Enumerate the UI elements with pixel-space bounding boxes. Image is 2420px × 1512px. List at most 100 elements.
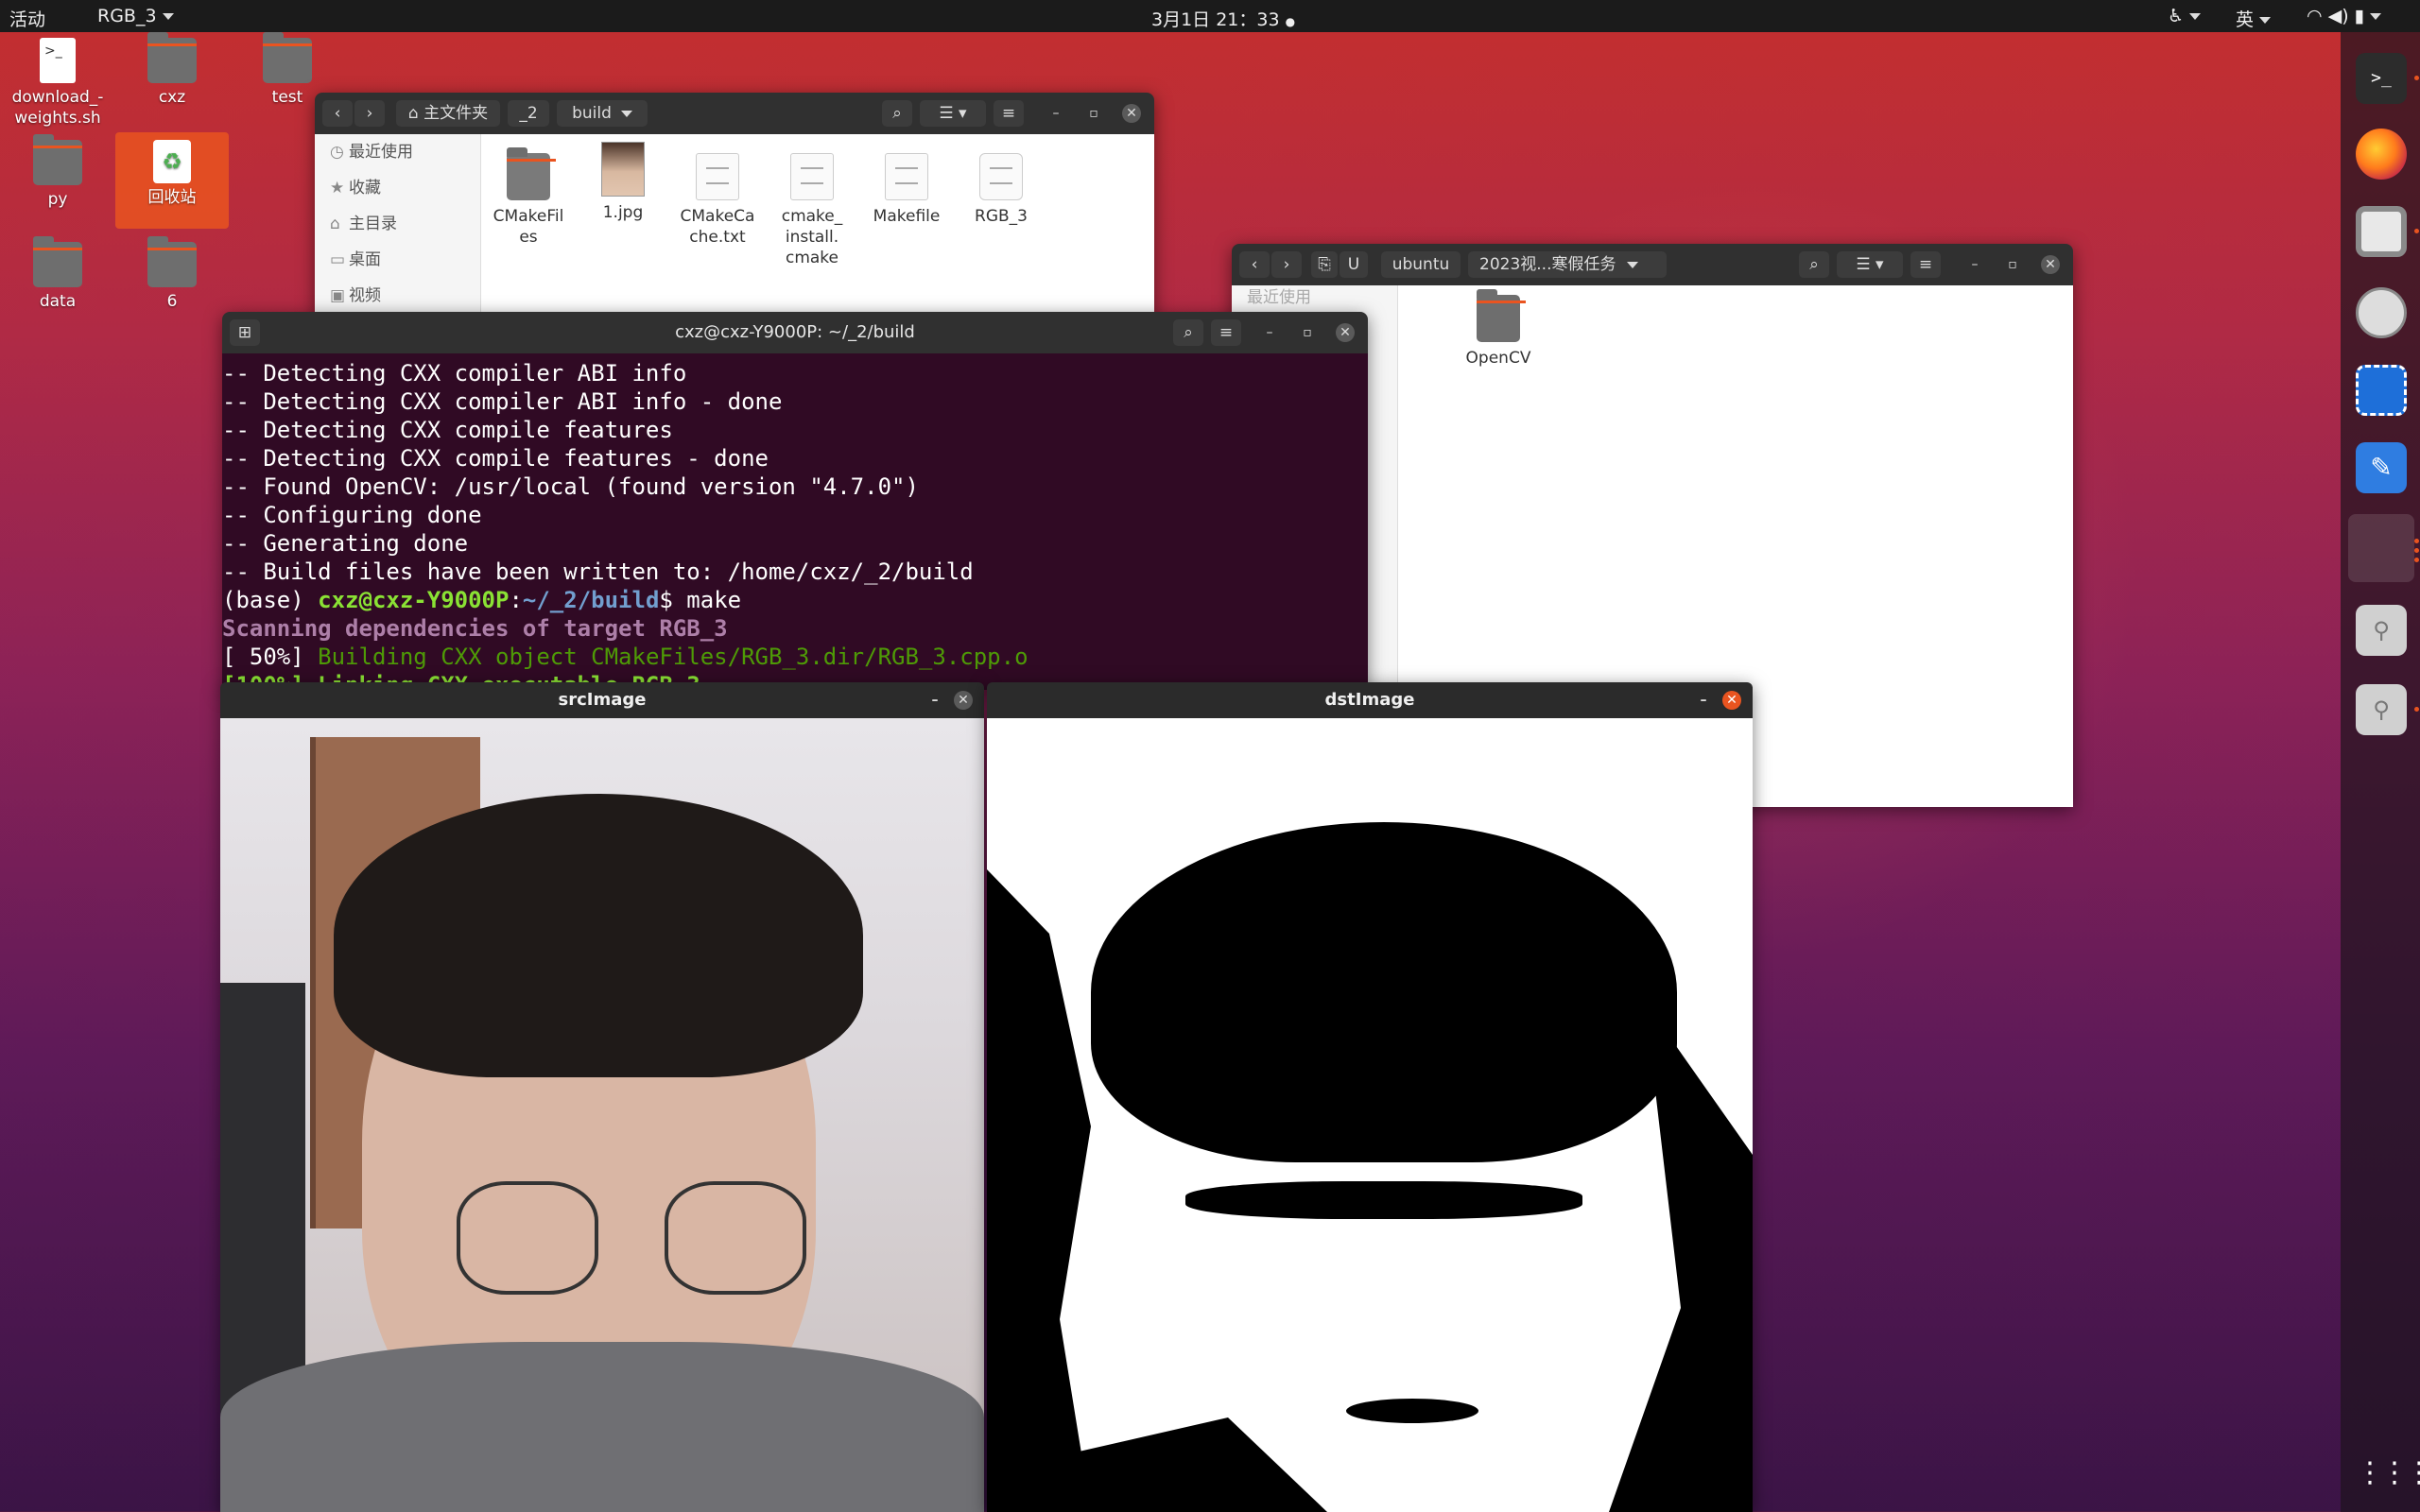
terminal-header: ⊞ cxz@cxz-Y9000P: ~/_2/build ⌕ ≡ – ▫ ✕ [222,312,1368,353]
desktop-icon-data[interactable]: data [6,236,110,312]
file-manager-build-sidebar: ◷ 最近使用 ★ 收藏 ⌂ 主目录 ▭ 桌面 ▣ 视频 [315,134,481,318]
file-manager-build-window: ‹ › ⌂ 主文件夹 _2 build ⌕ ☰ ▾ ≡ – ▫ ✕ ◷ 最近使用 … [315,93,1154,318]
wifi-icon: ◠ [2307,6,2323,26]
disc-icon[interactable] [2356,287,2407,338]
sidebar-item-home[interactable]: ⌂ 主目录 [315,206,480,242]
path-build[interactable]: build [557,100,648,127]
sidebar-item-recent[interactable]: 最近使用 [1232,285,1397,310]
input-method-menu[interactable]: 英 [2236,6,2272,31]
running-indicator [2414,558,2419,562]
menu-icon[interactable]: ≡ [994,100,1024,127]
new-tab-icon[interactable]: ⊞ [230,319,260,346]
view-toggle-button[interactable]: ☰ ▾ [920,100,986,127]
app-menu[interactable]: RGB_3 [97,6,174,26]
file-item-cmakecache[interactable]: CMakeCa che.txt [670,153,765,248]
menu-icon[interactable]: ≡ [1211,319,1241,346]
running-indicator [2414,548,2419,553]
terminal-scan-line: Scanning dependencies of target RGB_3 [222,615,728,642]
file-item-opencv[interactable]: OpenCV [1451,289,1546,369]
accessibility-icon[interactable]: ♿ [2168,6,2202,26]
sidebar-item-desktop[interactable]: ▭ 桌面 [315,242,480,278]
close-icon[interactable]: ✕ [1336,323,1355,342]
path-current-folder[interactable]: 2023视...寒假任务 [1468,251,1667,278]
volume-icon: ◀) [2327,6,2349,26]
sidebar-item-recent[interactable]: ◷ 最近使用 [315,134,480,170]
desktop-icon-cxz[interactable]: cxz [120,32,224,108]
desktop-icon-py[interactable]: py [6,134,110,210]
path-home[interactable]: ⌂ 主文件夹 [396,100,500,127]
chevron-down-icon [2370,13,2382,20]
prompt-path: ~/_2/build [522,587,660,613]
close-icon[interactable]: ✕ [2041,255,2060,274]
sidebar-item-videos[interactable]: ▣ 视频 [315,278,480,314]
minimize-icon[interactable]: – [1965,255,1984,274]
terminal-line: -- Detecting CXX compiler ABI info - don… [222,388,783,415]
path-2[interactable]: _2 [508,100,549,127]
editor-pen-icon[interactable]: ✎ [2356,442,2407,493]
menu-icon[interactable]: ≡ [1910,251,1941,278]
minimize-icon[interactable]: – [1260,323,1279,342]
minimize-icon[interactable]: – [925,691,944,710]
search-icon[interactable]: ⌕ [1173,319,1203,346]
prompt-colon: : [509,587,523,613]
firefox-icon[interactable] [2356,129,2407,180]
executable-gear-icon [979,153,1023,200]
sidebar-item-starred[interactable]: ★ 收藏 [315,170,480,206]
terminal-app-icon[interactable]: >_ [2356,53,2407,104]
view-toggle-button[interactable]: ☰ ▾ [1837,251,1903,278]
minimize-icon[interactable]: – [1046,104,1065,123]
desktop-icon-download-weights[interactable]: >_ download_-weights.sh [6,38,110,129]
opencv-window-app-icon[interactable] [2348,514,2414,582]
terminal-output[interactable]: -- Detecting CXX compiler ABI info -- De… [222,353,1368,690]
maximize-icon[interactable]: ▫ [1298,323,1317,342]
chevron-down-icon [1627,261,1639,268]
usb-drive-icon[interactable]: ⚲ [2356,684,2407,735]
usb-drive-icon[interactable]: ⚲ [2356,605,2407,656]
search-icon[interactable]: ⌕ [882,100,912,127]
clock-icon: ◷ [330,143,344,162]
path-ubuntu[interactable]: ubuntu [1381,251,1461,278]
chevron-down-icon [162,13,174,20]
screenshot-tool-icon[interactable] [2356,365,2407,416]
maximize-icon[interactable]: ▫ [1084,104,1103,123]
file-item-rgb3[interactable]: RGB_3 [954,153,1048,227]
back-button[interactable]: ‹ [1239,251,1270,278]
terminal-line: -- Found OpenCV: /usr/local (found versi… [222,473,919,500]
forward-button[interactable]: › [1271,251,1302,278]
desktop-icon-trash[interactable]: ♻ 回收站 [115,132,229,229]
threshold-hair-shape [1091,822,1677,1162]
activities-button[interactable]: 活动 [9,6,45,31]
file-item-1-jpg[interactable]: 1.jpg [576,142,670,223]
desktop-icon-label: py [47,190,68,209]
forward-button[interactable]: › [354,100,385,127]
close-icon[interactable]: ✕ [1722,691,1741,710]
clock[interactable]: 3月1日 21：33 ● [1151,6,1295,31]
file-item-label: CMakeFil es [493,207,564,247]
desktop-icon-label: 6 [166,292,178,311]
terminal-line: -- Detecting CXX compiler ABI info [222,360,687,387]
desktop-icon-6[interactable]: 6 [120,236,224,312]
image-thumbnail-icon [601,142,645,197]
search-icon[interactable]: ⌕ [1799,251,1829,278]
back-button[interactable]: ‹ [322,100,353,127]
app-grid-icon[interactable]: ⋮⋮⋮ [2356,1448,2420,1499]
usb-drive-icon[interactable]: ⎘ [1311,251,1338,278]
path-u[interactable]: U [1340,251,1368,278]
file-item-cmake-install[interactable]: cmake_ install. cmake [765,153,859,268]
maximize-icon[interactable]: ▫ [2003,255,2022,274]
close-icon[interactable]: ✕ [1122,104,1141,123]
trash-icon: ♻ [153,140,191,183]
folder-icon [33,134,82,185]
path-build-label: build [572,104,612,123]
file-item-makefile[interactable]: Makefile [859,153,954,227]
text-file-icon [696,153,739,200]
files-app-icon[interactable] [2356,206,2407,257]
close-icon[interactable]: ✕ [954,691,973,710]
build-percent: [ 50%] [222,644,319,670]
desktop-icon-label: data [39,292,77,311]
system-menu[interactable]: ◠ ◀) ▮ [2307,6,2382,26]
glasses-right-shape [665,1181,806,1295]
file-item-cmakefiles[interactable]: CMakeFil es [481,147,576,248]
minimize-icon[interactable]: – [1694,691,1713,710]
chevron-down-icon [2189,13,2202,20]
